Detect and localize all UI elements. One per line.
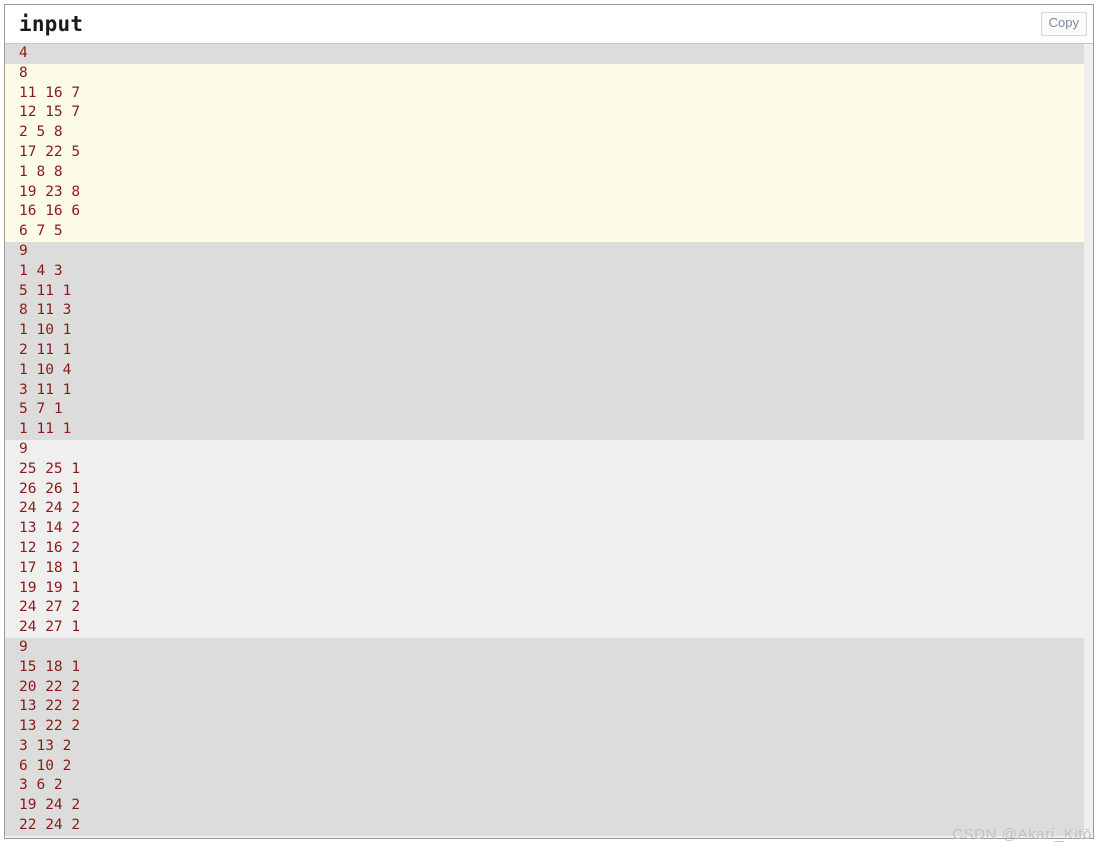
code-snippet-panel: input Copy 4 8 11 16 7 12 15 7 2 5 8 17 22 5 1… bbox=[4, 4, 1094, 839]
code-line: 6 10 2 bbox=[19, 757, 72, 774]
code-line: 20 22 2 bbox=[19, 678, 81, 695]
code-line: 16 16 6 bbox=[19, 203, 81, 220]
code-line: 2 11 1 bbox=[19, 341, 72, 358]
code-line: 1 10 4 bbox=[19, 361, 72, 378]
code-line: 19 19 1 bbox=[19, 579, 81, 596]
code-block: 8 11 16 7 12 15 7 2 5 8 17 22 5 1 8 8 19 23 8 1… bbox=[5, 63, 1085, 242]
code-line: 24 27 2 bbox=[19, 599, 81, 616]
code-line: 22 24 2 bbox=[19, 817, 81, 834]
copy-button[interactable]: Copy bbox=[1040, 12, 1087, 36]
code-line: 1 8 8 bbox=[19, 163, 63, 180]
code-line: 8 11 3 bbox=[19, 302, 72, 319]
code-line: 13 22 2 bbox=[19, 698, 81, 715]
code-line: 6 7 5 bbox=[19, 223, 63, 240]
code-block: 4 bbox=[5, 44, 1085, 64]
code-line: 9 bbox=[19, 638, 28, 655]
code-block: 9 1 4 3 5 11 1 8 11 3 1 10 1 2 11 1 1 10 4 3 11… bbox=[5, 241, 1085, 440]
panel-header: input Copy bbox=[5, 5, 1093, 44]
code-line: 24 27 1 bbox=[19, 619, 81, 636]
code-line: 13 22 2 bbox=[19, 718, 81, 735]
code-line: 19 24 2 bbox=[19, 797, 81, 814]
page-title: input bbox=[19, 11, 84, 36]
code-line: 25 25 1 bbox=[19, 460, 81, 477]
code-scroll-region[interactable]: 4 8 11 16 7 12 15 7 2 5 8 17 22 5 1 8 8 19 23 8… bbox=[5, 44, 1093, 838]
code-blocks-container: 4 8 11 16 7 12 15 7 2 5 8 17 22 5 1 8 8 19 23 8… bbox=[5, 44, 1093, 836]
code-block: 9 15 18 1 20 22 2 13 22 2 13 22 2 3 13 2 6 10 … bbox=[5, 637, 1085, 836]
code-line: 13 14 2 bbox=[19, 520, 81, 537]
code-line: 5 11 1 bbox=[19, 282, 72, 299]
code-line: 15 18 1 bbox=[19, 658, 81, 675]
code-line: 8 bbox=[19, 64, 28, 81]
code-line: 9 bbox=[19, 242, 28, 259]
code-line: 3 13 2 bbox=[19, 737, 72, 754]
code-line: 17 18 1 bbox=[19, 559, 81, 576]
code-line: 17 22 5 bbox=[19, 143, 81, 160]
code-line: 9 bbox=[19, 440, 28, 457]
right-gutter-strip bbox=[1084, 44, 1093, 838]
code-line: 19 23 8 bbox=[19, 183, 81, 200]
code-line: 12 16 2 bbox=[19, 539, 81, 556]
code-line: 26 26 1 bbox=[19, 480, 81, 497]
code-line: 12 15 7 bbox=[19, 104, 81, 121]
code-line: 11 16 7 bbox=[19, 84, 81, 101]
code-line: 5 7 1 bbox=[19, 401, 63, 418]
code-content-area: 4 8 11 16 7 12 15 7 2 5 8 17 22 5 1 8 8 19 23 8… bbox=[5, 44, 1093, 838]
code-line: 2 5 8 bbox=[19, 124, 63, 141]
code-line: 3 11 1 bbox=[19, 381, 72, 398]
code-line: 1 4 3 bbox=[19, 262, 63, 279]
code-line: 4 bbox=[19, 45, 28, 61]
code-line: 1 10 1 bbox=[19, 322, 72, 339]
code-line: 24 24 2 bbox=[19, 500, 81, 517]
code-line: 3 6 2 bbox=[19, 777, 63, 794]
code-line: 1 11 1 bbox=[19, 421, 72, 438]
code-block: 9 25 25 1 26 26 1 24 24 2 13 14 2 12 16 2 17 1… bbox=[5, 439, 1085, 638]
